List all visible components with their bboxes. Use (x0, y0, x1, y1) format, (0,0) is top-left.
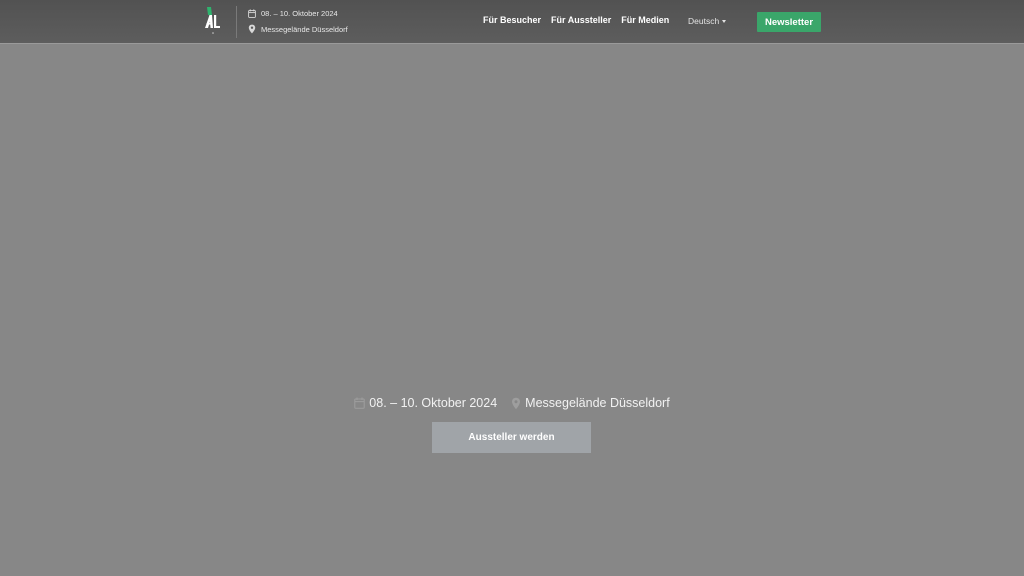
header-event-location: Messegelände Düsseldorf (248, 24, 348, 34)
caret-down-icon (722, 20, 727, 23)
hero-location-text: Messegelände Düsseldorf (525, 396, 670, 410)
header-event-location-text: Messegelände Düsseldorf (261, 24, 348, 34)
newsletter-button[interactable]: Newsletter (757, 12, 821, 32)
hero-date-text: 08. – 10. Oktober 2024 (369, 396, 498, 410)
main-nav: Für Besucher Für Aussteller Für Medien (483, 15, 669, 25)
hero-event-info: 08. – 10. Oktober 2024 Messegelände Düss… (0, 396, 1024, 410)
hero-location: Messegelände Düsseldorf (511, 396, 670, 410)
nav-fuer-besucher[interactable]: Für Besucher (483, 15, 541, 25)
header-event-date: 08. – 10. Oktober 2024 (248, 9, 338, 18)
language-selector[interactable]: Deutsch (688, 16, 727, 26)
logo-mark-icon (205, 7, 220, 34)
site-header: 08. – 10. Oktober 2024 Messegelände Düss… (0, 0, 1024, 44)
header-divider (236, 6, 237, 38)
nav-fuer-aussteller[interactable]: Für Aussteller (551, 15, 611, 25)
hero-date: 08. – 10. Oktober 2024 (354, 396, 497, 410)
calendar-icon (354, 397, 365, 409)
calendar-icon (248, 9, 256, 18)
logo[interactable] (200, 6, 224, 38)
map-pin-icon (248, 24, 256, 34)
language-label: Deutsch (688, 16, 720, 26)
map-pin-icon (511, 397, 521, 410)
header-event-date-text: 08. – 10. Oktober 2024 (261, 9, 338, 18)
nav-fuer-medien[interactable]: Für Medien (621, 15, 669, 25)
aussteller-werden-button[interactable]: Aussteller werden (432, 422, 591, 453)
